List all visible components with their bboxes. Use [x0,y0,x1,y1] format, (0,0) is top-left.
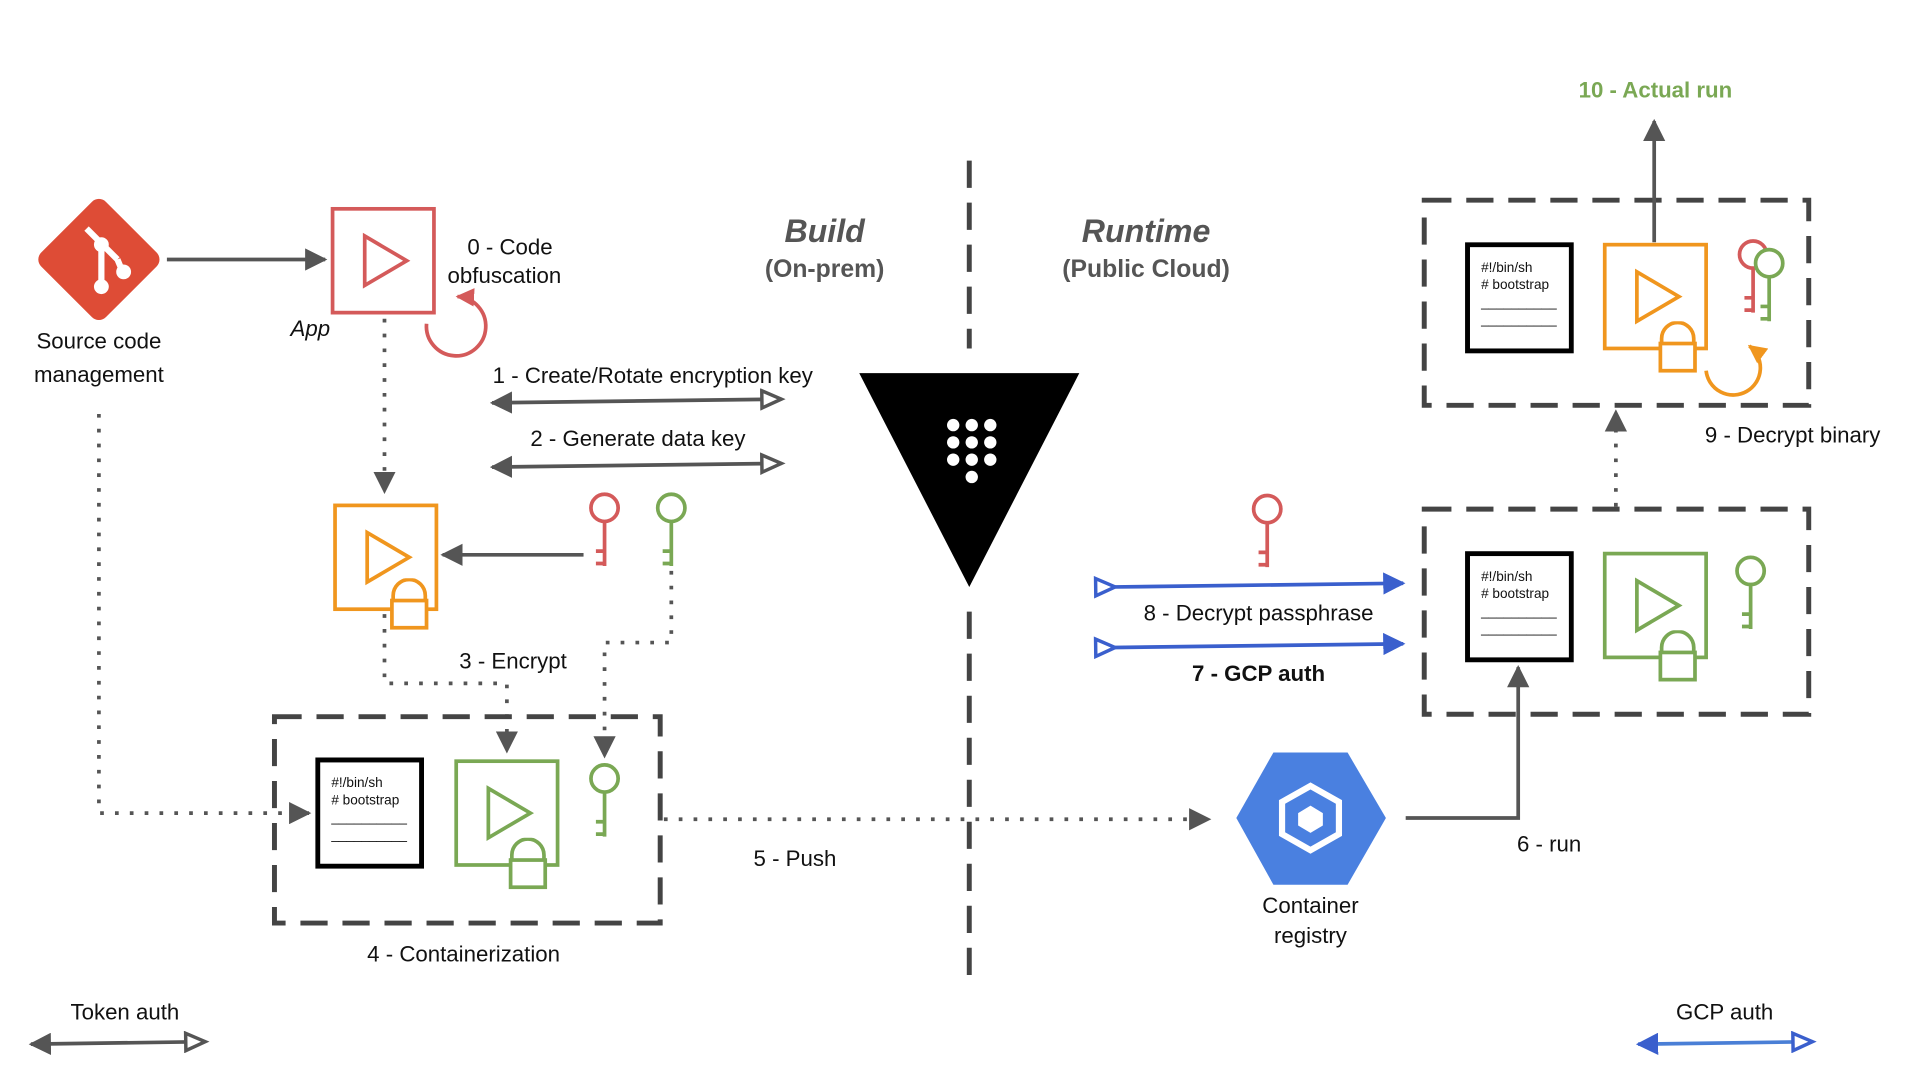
key-icon [1251,493,1283,570]
app-binary-icon [330,206,436,315]
arrow-step2 [492,463,781,467]
arrow-binary-to-container [382,614,519,754]
source-label: Source code management [34,328,165,386]
legend-gcp-arrow [1638,1042,1812,1044]
script-icon: #!/bin/sh # bootstrap __________ __________ [318,760,422,866]
runtime-subtitle: (Public Cloud) [1062,256,1230,283]
container-registry-icon [1236,752,1386,885]
step8-label: 8 - Decrypt passphrase [1144,600,1374,625]
legend-token-label: Token auth [70,999,179,1024]
step0-label: 0 - Code obfuscation [448,235,562,288]
lock-icon [1658,321,1697,373]
vault-icon [859,373,1080,587]
step7-label: 7 - GCP auth [1192,661,1325,686]
step9-label: 9 - Decrypt binary [1705,422,1881,447]
app-label: App [289,316,331,341]
step2-label: 2 - Generate data key [530,426,746,451]
diagram: Source code management App 0 - Code obfusc… [0,78,1881,1080]
legend-gcp-label: GCP auth [1676,999,1773,1024]
arrow-step8 [1115,583,1403,587]
lock-icon [1658,630,1697,682]
rotate-icon [1704,344,1769,397]
lock-icon [508,837,548,890]
arrow-step1 [492,399,781,403]
step4-label: 4 - Containerization [367,941,560,966]
arrow-run [1405,665,1530,820]
step1-label: 1 - Create/Rotate encryption key [493,363,814,388]
key-icon [589,492,621,568]
script-icon: #!/bin/sh # bootstrap __________ __________ [1468,554,1572,660]
runtime-title: Runtime [1082,213,1211,249]
key-icon [1753,247,1785,324]
key-icon [655,492,687,568]
key-icon [1735,555,1767,631]
build-title: Build [784,213,866,249]
script-icon: #!/bin/sh # bootstrap __________ __________ [1468,245,1572,351]
step5-label: 5 - Push [754,846,837,871]
registry-label: Container registry [1262,893,1359,948]
legend-token-arrow [31,1042,205,1044]
build-subtitle: (On-prem) [765,256,884,283]
step6-label: 6 - run [1517,831,1581,856]
step3-label: 3 - Encrypt [459,649,567,674]
arrow-scm-to-container [97,413,312,825]
arrow-step7 [1115,644,1403,648]
step10-label: 10 - Actual run [1579,78,1733,103]
key-icon [589,763,621,839]
git-icon [38,198,160,321]
lock-icon [390,578,429,630]
